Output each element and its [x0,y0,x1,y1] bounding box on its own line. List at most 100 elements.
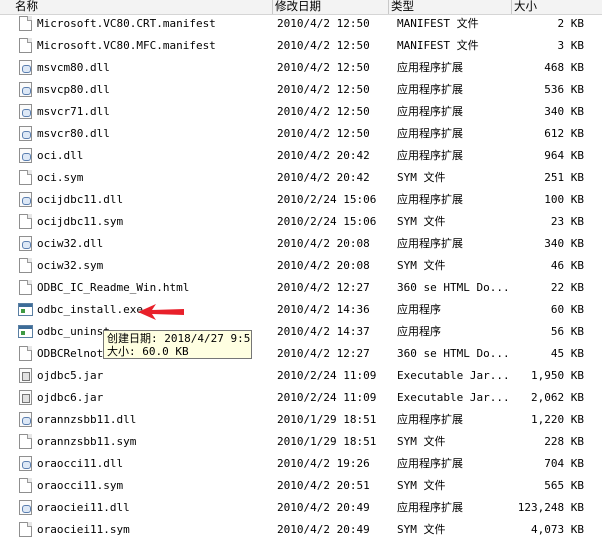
file-type: 应用程序扩展 [397,127,463,140]
file-date: 2010/4/2 20:08 [277,259,370,272]
document-icon [19,280,32,295]
file-row[interactable]: odbc_install.exe 2010/4/2 14:36 应用程序 60 KB [0,299,602,321]
file-type: 应用程序扩展 [397,237,463,250]
file-size: 1,950 KB [531,369,584,382]
file-name: msvcp80.dll [37,83,110,96]
file-row[interactable]: oraocci11.sym 2010/4/2 20:51 SYM 文件 565 KB [0,475,602,497]
file-name: ociw32.sym [37,259,104,272]
file-name: ocijdbc11.sym [37,215,124,228]
file-date: 2010/4/2 12:27 [277,281,370,294]
file-row[interactable]: msvcr80.dll 2010/4/2 12:50 应用程序扩展 612 KB [0,123,602,145]
jar-file-icon [19,390,32,405]
file-size: 340 KB [544,237,584,250]
file-name: oci.sym [37,171,84,184]
file-type: 应用程序 [397,303,441,316]
file-row[interactable]: oraocci11.dll 2010/4/2 19:26 应用程序扩展 704 KB [0,453,602,475]
file-row[interactable]: ocijdbc11.sym 2010/2/24 15:06 SYM 文件 23 KB [0,211,602,233]
red-arrow-annotation [138,304,184,320]
document-icon [19,434,32,449]
file-type: 应用程序扩展 [397,457,463,470]
file-date: 2010/2/24 15:06 [277,215,377,228]
column-header-date[interactable]: 修改日期 [273,0,389,14]
file-date: 2010/4/2 12:50 [277,39,370,52]
file-row[interactable]: msvcp80.dll 2010/4/2 12:50 应用程序扩展 536 KB [0,79,602,101]
file-row[interactable]: oraociei11.sym 2010/4/2 20:49 SYM 文件 4,073 … [0,519,602,541]
file-name: oraociei11.sym [37,523,130,536]
file-name: oci.dll [37,149,84,162]
tooltip-size: 大小: 60.0 KB [107,345,189,358]
file-row[interactable]: ODBCRelnote... 2010/4/2 12:27 360 se HTML … [0,343,602,365]
file-date: 2010/4/2 12:50 [277,61,370,74]
file-type: 应用程序扩展 [397,61,463,74]
file-row[interactable]: msvcr71.dll 2010/4/2 12:50 应用程序扩展 340 KB [0,101,602,123]
file-row[interactable]: ojdbc6.jar 2010/2/24 11:09 Executable Jar.… [0,387,602,409]
dll-file-icon [19,60,32,75]
file-type: MANIFEST 文件 [397,39,479,52]
file-type: SYM 文件 [397,171,446,184]
file-row[interactable]: orannzsbb11.dll 2010/1/29 18:51 应用程序扩展 1,22… [0,409,602,431]
file-type: SYM 文件 [397,259,446,272]
column-header-size[interactable]: 大小 [512,0,602,14]
arrow-head [138,304,184,320]
file-size: 4,073 KB [531,523,584,536]
dll-file-icon [19,104,32,119]
file-row[interactable]: Microsoft.VC80.CRT.manifest 2010/4/2 12:5… [0,13,602,35]
document-icon [19,346,32,361]
file-row[interactable]: ociw32.sym 2010/4/2 20:08 SYM 文件 46 KB [0,255,602,277]
file-row[interactable]: odbc_uninst... 2010/4/2 14:37 应用程序 56 KB [0,321,602,343]
dll-file-icon [19,236,32,251]
file-date: 2010/2/24 11:09 [277,391,377,404]
file-type: MANIFEST 文件 [397,17,479,30]
file-type: Executable Jar... [397,369,509,382]
file-row[interactable]: oci.dll 2010/4/2 20:42 应用程序扩展 964 KB [0,145,602,167]
file-name: msvcm80.dll [37,61,110,74]
file-name: ODBC_IC_Readme_Win.html [37,281,190,294]
file-row[interactable]: ojdbc5.jar 2010/2/24 11:09 Executable Jar.… [0,365,602,387]
file-name: Microsoft.VC80.MFC.manifest [37,39,216,52]
file-type: 360 se HTML Do... [397,281,509,294]
file-type: 应用程序扩展 [397,193,463,206]
file-row[interactable]: ODBC_IC_Readme_Win.html 2010/4/2 12:27 360… [0,277,602,299]
file-row[interactable]: ociw32.dll 2010/4/2 20:08 应用程序扩展 340 KB [0,233,602,255]
file-date: 2010/2/24 11:09 [277,369,377,382]
column-header-type[interactable]: 类型 [389,0,512,14]
file-size: 60 KB [550,303,584,316]
file-date: 2010/4/2 19:26 [277,457,370,470]
file-name: orannzsbb11.sym [37,435,137,448]
file-name: ojdbc5.jar [37,369,104,382]
file-date: 2010/4/2 12:50 [277,83,370,96]
file-size: 565 KB [544,479,584,492]
document-icon [19,522,32,537]
file-row[interactable]: ocijdbc11.dll 2010/2/24 15:06 应用程序扩展 100 KB [0,189,602,211]
file-row[interactable]: msvcm80.dll 2010/4/2 12:50 应用程序扩展 468 KB [0,57,602,79]
dll-file-icon [19,412,32,427]
dll-file-icon [19,192,32,207]
application-icon [18,325,33,338]
file-type: SYM 文件 [397,479,446,492]
file-tooltip: 创建日期: 2018/4/27 9:58 大小: 60.0 KB [103,330,252,359]
file-date: 2010/1/29 18:51 [277,435,377,448]
file-row[interactable]: oci.sym 2010/4/2 20:42 SYM 文件 251 KB [0,167,602,189]
file-date: 2010/4/2 14:36 [277,303,370,316]
dll-file-icon [19,126,32,141]
file-size: 468 KB [544,61,584,74]
file-name: oraocci11.sym [37,479,124,492]
file-date: 2010/4/2 20:42 [277,149,370,162]
dll-file-icon [19,148,32,163]
file-date: 2010/2/24 15:06 [277,193,377,206]
file-type: 应用程序扩展 [397,83,463,96]
file-name: ocijdbc11.dll [37,193,124,206]
file-row[interactable]: Microsoft.VC80.MFC.manifest 2010/4/2 12:5… [0,35,602,57]
file-size: 46 KB [550,259,584,272]
file-row[interactable]: orannzsbb11.sym 2010/1/29 18:51 SYM 文件 228 … [0,431,602,453]
file-size: 536 KB [544,83,584,96]
column-header-name[interactable]: 名称 [0,0,273,14]
file-name: msvcr80.dll [37,127,110,140]
file-size: 2 KB [557,17,585,30]
file-type: 应用程序扩展 [397,105,463,118]
file-name: ojdbc6.jar [37,391,104,404]
file-type: Executable Jar... [397,391,509,404]
document-icon [19,258,32,273]
file-type: SYM 文件 [397,215,446,228]
file-row[interactable]: oraociei11.dll 2010/4/2 20:49 应用程序扩展 123,24… [0,497,602,519]
